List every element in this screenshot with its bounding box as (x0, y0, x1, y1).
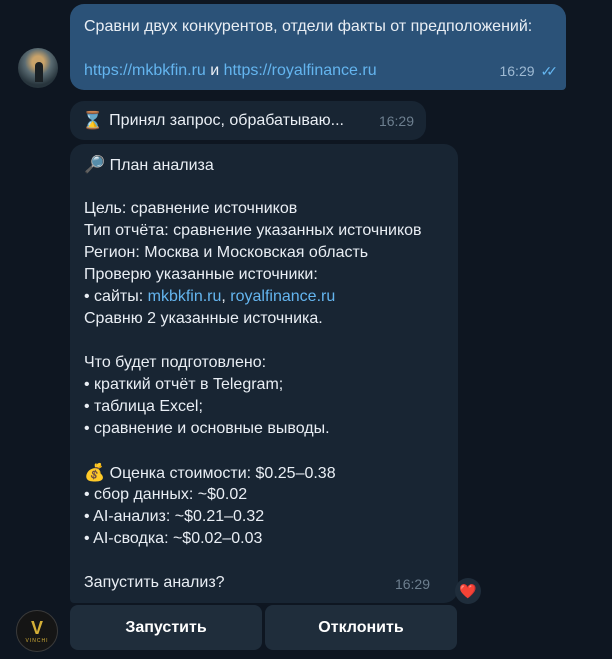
cost-item: • AI-анализ: ~$0.21–0.32 (84, 508, 265, 525)
plan-sites: • сайты: mkbkfin.ru, royalfinance.ru (84, 286, 444, 308)
money-bag-icon: 💰 (84, 463, 106, 482)
cost-title-row: 💰 Оценка стоимости: $0.25–0.38 (84, 462, 444, 484)
magnifier-icon: 🔎 (84, 155, 106, 174)
double-check-icon: ✓✓ (540, 63, 559, 79)
cost-title: Оценка стоимости: $0.25–0.38 (109, 465, 336, 482)
cost-item: • AI-сводка: ~$0.02–0.03 (84, 530, 263, 547)
plan-message[interactable]: 🔎 План анализа Цель: сравнение источнико… (70, 144, 458, 603)
bot-logo-letter: V (30, 617, 43, 638)
outgoing-conjunction: и (205, 62, 224, 79)
sites-separator: , (221, 288, 231, 305)
heart-reaction-icon[interactable]: ❤️ (455, 578, 481, 604)
plan-check-sources: Проверю указанные источники: (84, 266, 318, 283)
plan-report-type: Тип отчёта: сравнение указанных источник… (84, 222, 422, 239)
prepared-title: Что будет подготовлено: (84, 354, 267, 371)
outgoing-text: Сравни двух конкурентов, отдели факты от… (84, 18, 533, 35)
outgoing-meta: 16:29 ✓✓ (499, 60, 559, 82)
sites-prefix: • сайты: (84, 288, 148, 305)
status-text: Принял запрос, обрабатываю... (109, 111, 344, 129)
plan-time: 16:29 (394, 576, 430, 592)
plan-question: Запустить анализ? (84, 574, 225, 591)
plan-title-row: 🔎 План анализа (84, 154, 444, 176)
link-site-royalfinance[interactable]: royalfinance.ru (230, 288, 335, 305)
prepared-item: • краткий отчёт в Telegram; (84, 376, 284, 393)
plan-goal: Цель: сравнение источников (84, 200, 298, 217)
cost-item: • сбор данных: ~$0.02 (84, 486, 248, 503)
prepared-item: • таблица Excel; (84, 398, 203, 415)
bot-avatar[interactable]: V VINCHI (16, 610, 58, 652)
user-avatar[interactable] (18, 48, 58, 88)
reaction-emoji: ❤️ (459, 582, 477, 599)
start-button[interactable]: Запустить (70, 605, 262, 650)
status-time: 16:29 (378, 112, 414, 129)
plan-title: План анализа (109, 157, 214, 174)
link-royalfinance[interactable]: https://royalfinance.ru (224, 62, 377, 79)
link-site-mkbkfin[interactable]: mkbkfin.ru (148, 288, 222, 305)
hourglass-icon: ⌛ (82, 110, 104, 130)
decline-button[interactable]: Отклонить (265, 605, 457, 650)
status-message[interactable]: ⌛ Принял запрос, обрабатываю... 16:29 (70, 101, 426, 140)
plan-compare: Сравню 2 указанные источника. (84, 310, 323, 327)
prepared-item: • сравнение и основные выводы. (84, 420, 330, 437)
outgoing-message[interactable]: Сравни двух конкурентов, отдели факты от… (70, 4, 566, 90)
outgoing-time: 16:29 (499, 63, 535, 79)
bot-logo-caption: VINCHI (25, 637, 49, 644)
link-mkbkfin[interactable]: https://mkbkfin.ru (84, 62, 206, 79)
plan-region: Регион: Москва и Московская область (84, 244, 369, 261)
